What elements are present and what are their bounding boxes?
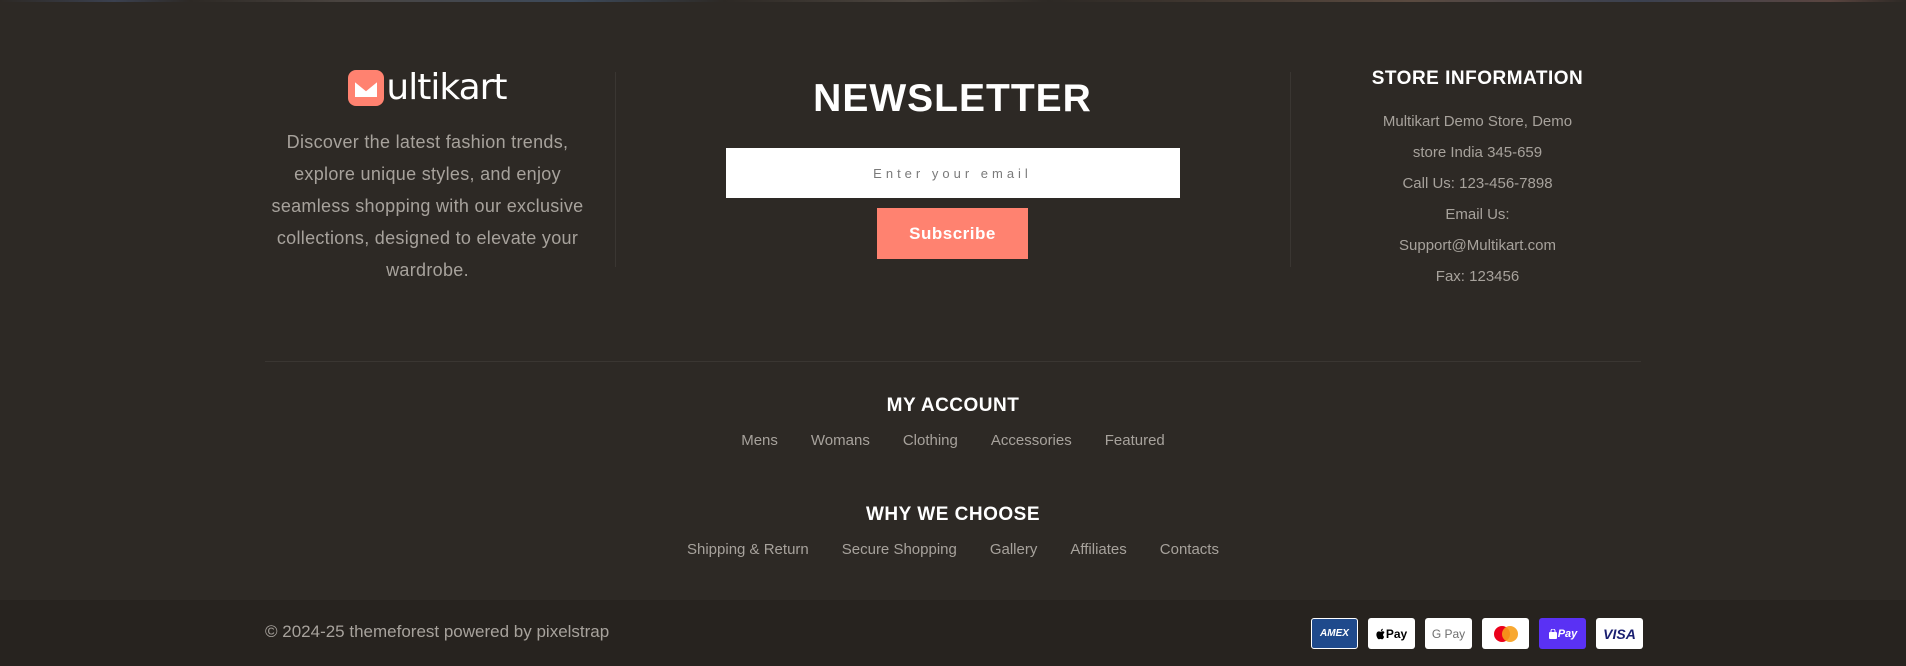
store-info-lines: Multikart Demo Store, Demo store India 3… (1300, 106, 1655, 292)
my-account-links: Mens Womans Clothing Accessories Feature… (0, 431, 1906, 451)
amex-icon: AMEX (1311, 618, 1358, 649)
email-input[interactable] (725, 148, 1180, 198)
google-pay-label: G Pay (1431, 626, 1466, 641)
why-we-choose-section: WHY WE CHOOSE Shipping & Return Secure S… (0, 502, 1906, 560)
column-divider (615, 72, 616, 267)
logo[interactable]: ultikart (348, 67, 508, 108)
apple-pay-icon: Pay (1368, 618, 1415, 649)
link-contacts[interactable]: Contacts (1160, 540, 1219, 560)
link-accessories[interactable]: Accessories (991, 431, 1072, 451)
my-account-title: MY ACCOUNT (886, 395, 1020, 416)
store-information: STORE INFORMATION Multikart Demo Store, … (1300, 66, 1655, 292)
link-womans[interactable]: Womans (811, 431, 870, 451)
multikart-logo-icon (348, 70, 385, 106)
link-gallery[interactable]: Gallery (990, 540, 1038, 560)
visa-label: VISA (1603, 625, 1636, 642)
link-mens[interactable]: Mens (741, 431, 778, 451)
link-shipping-return[interactable]: Shipping & Return (687, 540, 809, 560)
amex-label: AMEX (1320, 628, 1349, 639)
why-we-choose-title: WHY WE CHOOSE (866, 504, 1040, 525)
google-pay-icon: G Pay (1425, 618, 1472, 649)
store-phone: Call Us: 123-456-7898 (1402, 175, 1553, 192)
brand-description: Discover the latest fashion trends, expl… (271, 132, 584, 280)
store-email[interactable]: Support@Multikart.com (1300, 230, 1655, 261)
payment-methods: AMEX Pay G Pay Pay VISA (1311, 618, 1643, 649)
newsletter-section: NEWSLETTER Subscribe (720, 70, 1185, 259)
section-divider (265, 361, 1641, 362)
shop-pay-label: Pay (1557, 627, 1578, 640)
store-info-title: STORE INFORMATION (1371, 68, 1584, 89)
shop-pay-icon: Pay (1539, 618, 1586, 649)
my-account-section: MY ACCOUNT Mens Womans Clothing Accessor… (0, 393, 1906, 451)
link-affiliates[interactable]: Affiliates (1070, 540, 1126, 560)
subscribe-button[interactable]: Subscribe (877, 208, 1028, 259)
why-we-choose-links: Shipping & Return Secure Shopping Galler… (0, 540, 1906, 560)
logo-text: ultikart (386, 67, 507, 108)
apple-pay-label: Pay (1385, 626, 1408, 641)
link-secure-shopping[interactable]: Secure Shopping (842, 540, 957, 560)
store-address-line-2: store India 345-659 (1412, 144, 1543, 161)
brand-block: ultikart Discover the latest fashion tre… (265, 68, 590, 286)
link-featured[interactable]: Featured (1105, 431, 1165, 451)
mastercard-circles (1493, 625, 1518, 642)
store-fax: Fax: 123456 (1435, 268, 1520, 285)
copyright-text: © 2024-25 themeforest powered by pixelst… (265, 622, 610, 641)
apple-logo-icon (1376, 628, 1385, 639)
footer-bottom-bar: © 2024-25 themeforest powered by pixelst… (0, 600, 1906, 666)
newsletter-title: NEWSLETTER (813, 77, 1092, 120)
link-clothing[interactable]: Clothing (903, 431, 958, 451)
visa-icon: VISA (1596, 618, 1643, 649)
column-divider (1290, 72, 1291, 267)
footer-top: ultikart Discover the latest fashion tre… (0, 0, 1906, 360)
store-address-line-1: Multikart Demo Store, Demo (1382, 113, 1573, 130)
shop-bag-icon (1548, 628, 1557, 639)
store-email-label: Email Us: (1445, 206, 1510, 223)
mastercard-icon (1482, 618, 1529, 649)
